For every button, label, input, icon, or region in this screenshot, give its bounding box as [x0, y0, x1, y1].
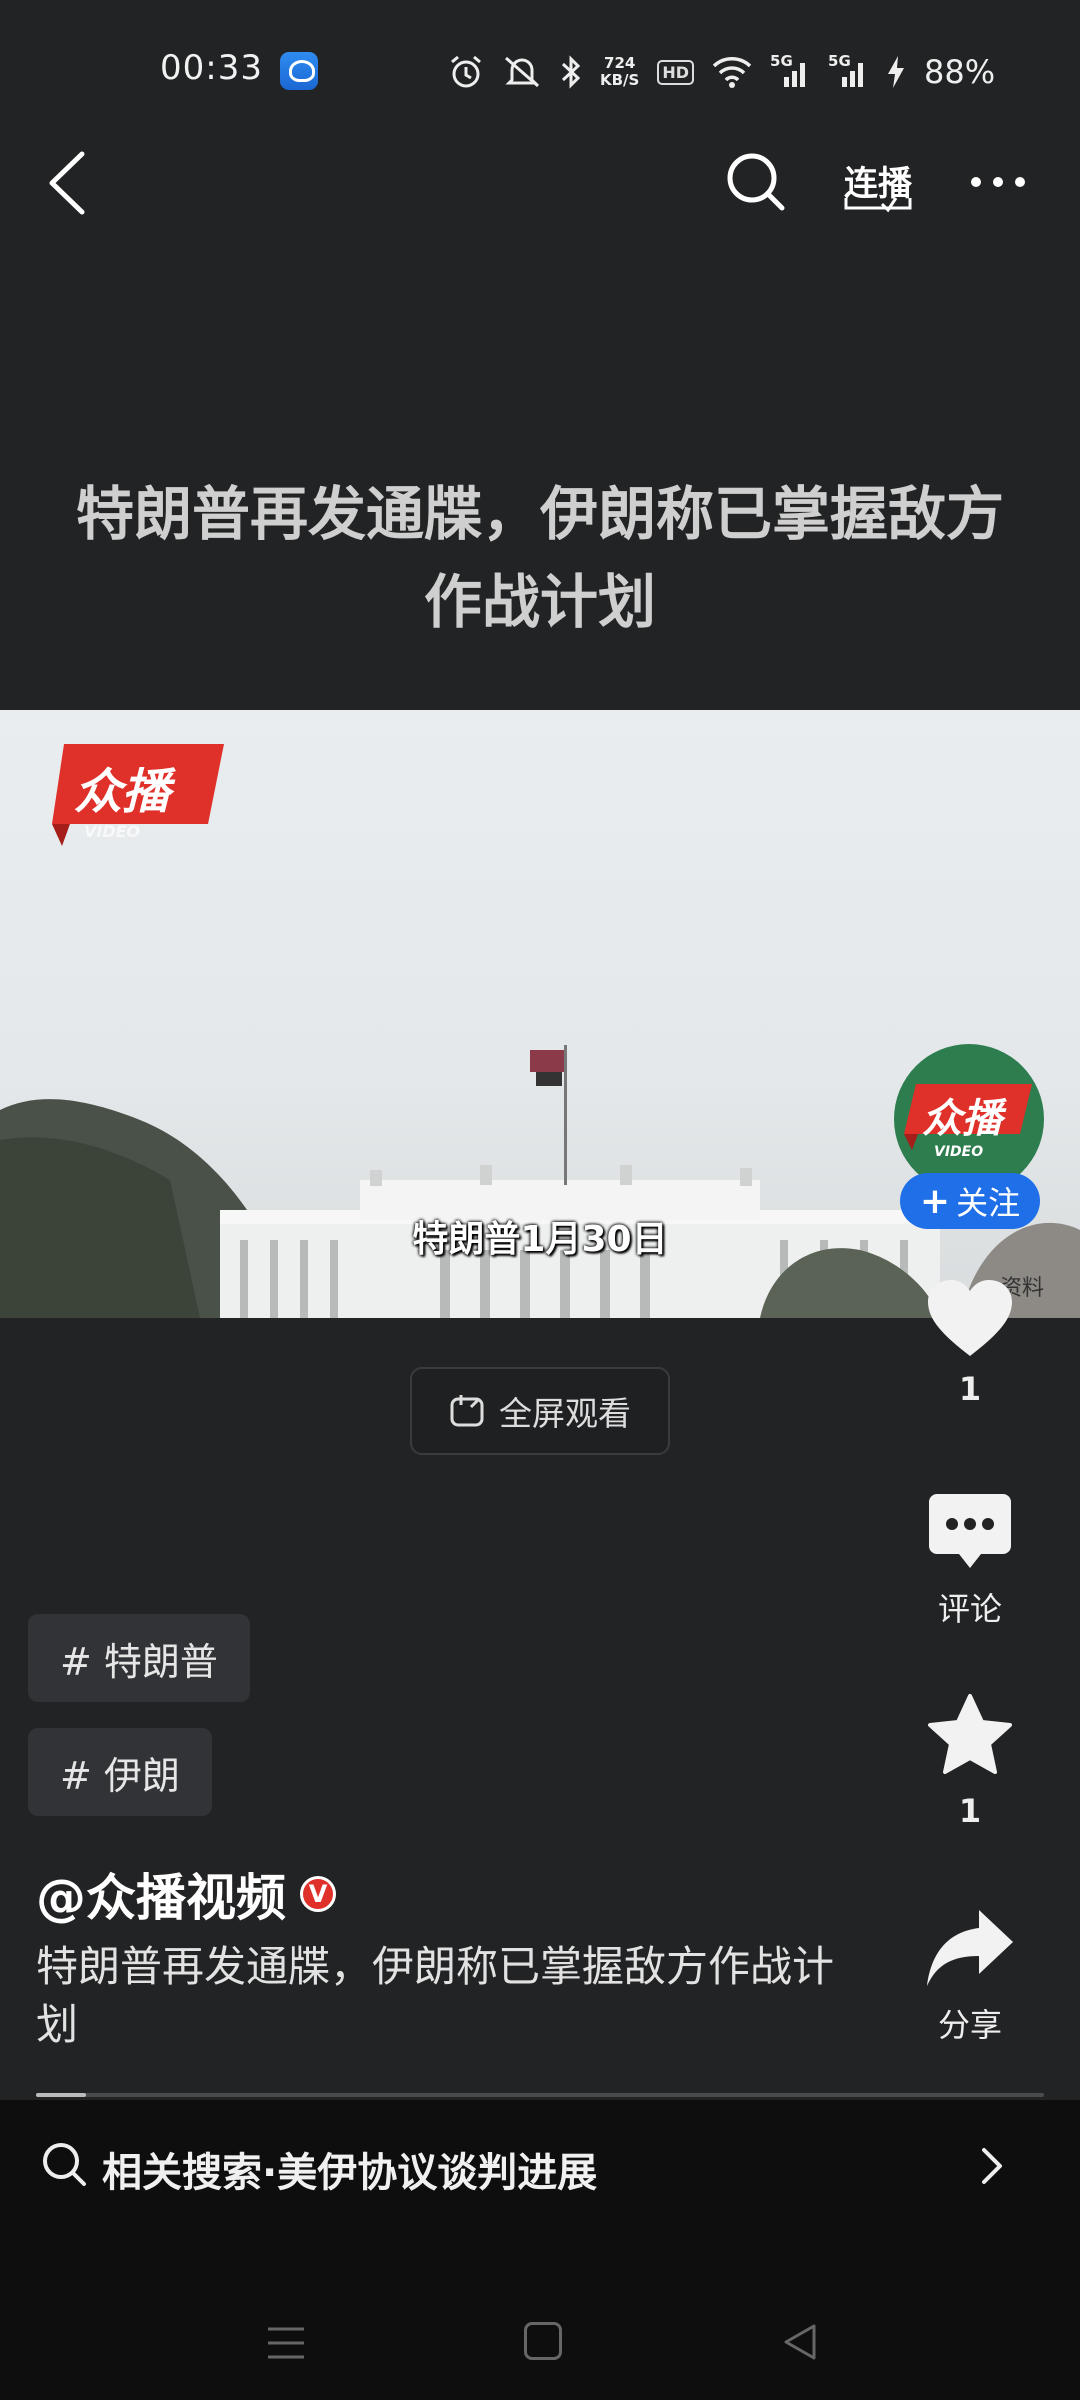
bluetooth-icon	[560, 52, 582, 92]
avatar-logo-subtext: VIDEO	[934, 1144, 984, 1160]
follow-button[interactable]: + 关注	[900, 1173, 1040, 1229]
video-progress-bar[interactable]	[36, 2093, 1044, 2097]
more-button[interactable]	[966, 160, 1030, 204]
hashtag-1[interactable]: # 特朗普	[28, 1614, 250, 1702]
share-icon	[927, 1910, 1013, 1986]
comment-icon	[929, 1494, 1011, 1568]
speed-unit: KB/S	[600, 71, 640, 89]
hd-badge: HD	[657, 59, 695, 85]
network-type-2: 5G	[828, 52, 851, 70]
share-button[interactable]: 分享	[900, 1906, 1040, 2046]
author-avatar[interactable]: 众播 VIDEO	[894, 1044, 1044, 1194]
author-name: @众播视频	[36, 1869, 286, 1927]
status-icons: 724 KB/S HD 5G 5G 88%	[448, 50, 995, 94]
fullscreen-button[interactable]: 全屏观看	[410, 1367, 670, 1455]
channel-logo: 众播 VIDEO	[50, 740, 225, 850]
signal-icon: 5G	[770, 52, 810, 92]
battery-level: 88%	[924, 53, 996, 91]
search-icon	[727, 153, 785, 211]
speed-value: 724	[604, 54, 636, 72]
avatar-logo-text: 众播	[922, 1096, 1002, 1142]
verified-badge: V	[300, 1876, 336, 1912]
logo-text: 众播	[74, 764, 171, 820]
author-name-row[interactable]: @众播视频 V	[36, 1858, 336, 1930]
favorite-button[interactable]: 1	[900, 1692, 1040, 1830]
home-button[interactable]	[524, 2322, 562, 2360]
back-button[interactable]	[42, 148, 98, 218]
status-time: 00:33	[160, 48, 263, 88]
video-title: 特朗普再发通牒，伊朗称已掌握敌方作战计划	[75, 480, 1004, 636]
autoplay-underline-icon	[844, 197, 912, 213]
wifi-icon	[712, 52, 752, 92]
follow-label: 关注	[956, 1184, 1021, 1222]
back-triangle-icon[interactable]	[780, 2322, 820, 2362]
video-progress-fill	[36, 2093, 87, 2097]
more-dots-icon	[971, 177, 1025, 187]
alarm-icon	[448, 52, 484, 92]
fullscreen-label: 全屏观看	[499, 1394, 631, 1433]
star-icon	[928, 1694, 1012, 1774]
status-bar: 00:33 724 KB/S HD 5G 5G 88%	[0, 0, 1080, 130]
search-icon	[43, 2143, 86, 2186]
related-search-bar[interactable]: 相关搜索·美伊协议谈判进展	[0, 2100, 1080, 2230]
share-label: 分享	[937, 2006, 1002, 2044]
comment-button[interactable]: 评论	[900, 1490, 1040, 1630]
heart-icon	[928, 1280, 1012, 1356]
hashtag-2[interactable]: # 伊朗	[28, 1728, 212, 1816]
related-search-text: 相关搜索·美伊协议谈判进展	[102, 2150, 598, 2196]
network-type-1: 5G	[770, 52, 793, 70]
chevron-left-icon	[49, 151, 85, 215]
comment-label: 评论	[937, 1590, 1002, 1628]
mute-icon	[502, 52, 542, 92]
logo-subtext: VIDEO	[84, 822, 141, 841]
network-speed: 724 KB/S	[600, 55, 639, 89]
video-description: 特朗普再发通牒，伊朗称已掌握敌方作战计划	[36, 1942, 835, 2049]
favorite-count: 1	[958, 1792, 982, 1830]
like-button[interactable]: 1	[900, 1276, 1040, 1408]
app-icon	[280, 52, 318, 90]
plus-icon: +	[919, 1180, 951, 1222]
chevron-right-icon	[982, 2148, 1002, 2184]
system-navigation-bar	[0, 2230, 1080, 2400]
menu-icon[interactable]	[266, 2325, 306, 2361]
search-button[interactable]	[724, 150, 788, 214]
autoplay-toggle[interactable]: 连播	[838, 150, 918, 220]
signal-icon: 5G	[828, 52, 868, 92]
fullscreen-icon	[450, 1395, 484, 1427]
like-count: 1	[958, 1370, 982, 1408]
charging-icon	[886, 52, 906, 92]
